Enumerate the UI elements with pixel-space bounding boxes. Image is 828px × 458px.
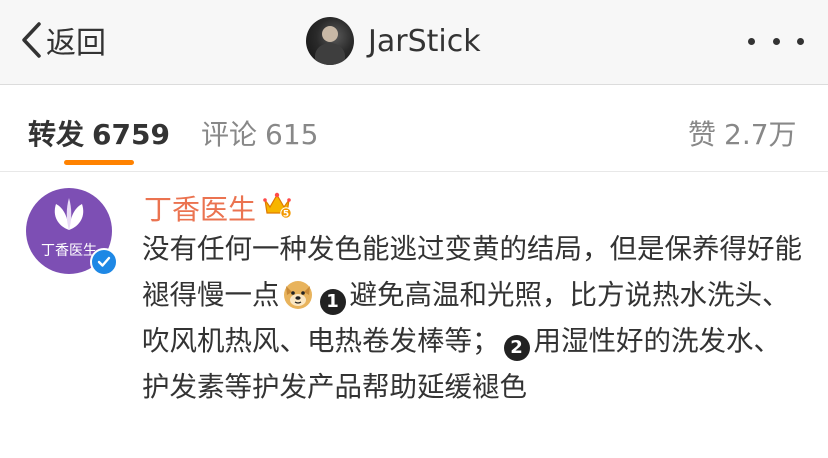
back-button[interactable]: 返回 [20, 20, 106, 61]
tab-forward-label: 转发 [28, 118, 85, 151]
more-dots-icon[interactable] [748, 32, 804, 50]
butterfly-logo-icon [54, 198, 84, 230]
tab-like-label: 赞 [688, 118, 717, 151]
tab-forward-count: 6759 [92, 118, 170, 151]
tab-comment[interactable]: 评论 615 [201, 113, 318, 153]
avatar[interactable] [306, 17, 354, 65]
chevron-left-icon [22, 22, 41, 58]
tab-like-count: 2.7万 [724, 118, 797, 151]
tab-comment-label: 评论 [201, 118, 258, 151]
member-level: 5 [283, 210, 289, 220]
author-name[interactable]: 丁香医生 [144, 188, 256, 228]
user-header[interactable]: JarStick [306, 16, 481, 66]
member-crown-icon: 5 [263, 192, 292, 220]
back-label: 返回 [46, 26, 106, 61]
active-tab-indicator [64, 160, 134, 165]
tab-forward[interactable]: 转发 6759 [28, 113, 170, 153]
tab-bar: 转发 6759 评论 615 赞 2.7万 [0, 85, 828, 172]
doge-emoji-icon [283, 281, 312, 309]
post-content: 没有任何一种发色能逃过变黄的结局，但是保养得好能褪得慢一点 1 避免高温和光照，比… [142, 226, 804, 410]
tab-like[interactable]: 赞 2.7万 [688, 113, 797, 153]
number-badge-1: 1 [319, 289, 346, 315]
verified-badge-icon [90, 248, 118, 276]
tab-comment-count: 615 [265, 118, 319, 151]
username: JarStick [368, 23, 481, 59]
number-badge-2: 2 [503, 335, 530, 361]
navigation-bar: 返回 JarStick [0, 0, 828, 85]
